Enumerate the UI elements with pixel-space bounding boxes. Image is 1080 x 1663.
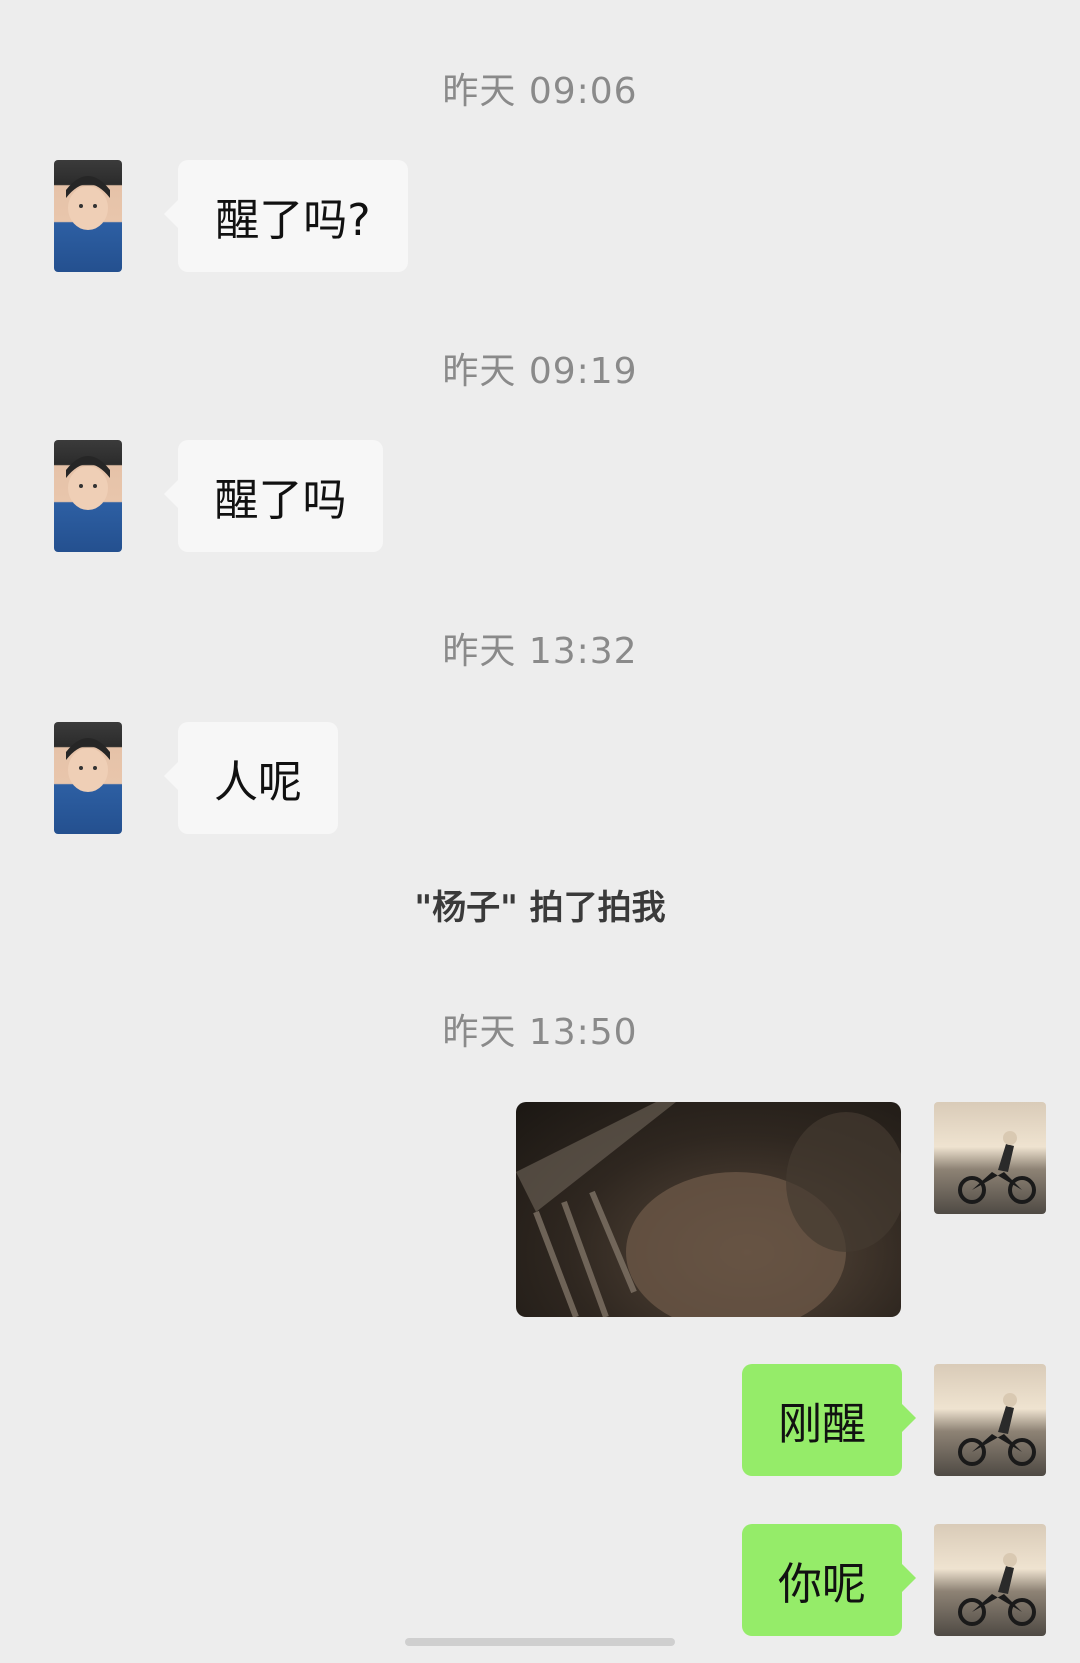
person-icon [66,176,110,230]
my-avatar[interactable] [934,1364,1046,1476]
motorcycle-rider-icon [958,1131,1036,1204]
timestamp: 昨天 13:50 [442,1012,638,1053]
timestamp: 昨天 09:06 [442,71,638,112]
incoming-message-bubble[interactable]: 醒了吗 [164,440,383,552]
friend-avatar[interactable] [54,722,122,834]
my-avatar[interactable] [934,1524,1046,1636]
outgoing-message-bubble[interactable]: 刚醒 [742,1364,916,1476]
my-avatar[interactable] [934,1102,1046,1214]
motorcycle-rider-icon [958,1393,1036,1466]
message-text: 人呢 [214,757,302,808]
timestamp: 昨天 09:19 [442,351,638,392]
photo-image [516,1102,901,1317]
message-text: 醒了吗 [214,475,347,526]
message-text: 刚醒 [778,1399,866,1450]
person-icon [66,738,110,792]
motorcycle-rider-icon [958,1553,1036,1626]
sent-photo[interactable] [516,1102,901,1317]
message-text: 醒了吗? [215,195,371,246]
friend-avatar[interactable] [54,160,122,272]
friend-avatar[interactable] [54,440,122,552]
message-text: 你呢 [778,1559,866,1610]
timestamp: 昨天 13:32 [442,631,638,672]
incoming-message-bubble[interactable]: 人呢 [164,722,338,834]
home-indicator[interactable] [405,1638,675,1646]
outgoing-message-bubble[interactable]: 你呢 [742,1524,916,1636]
pat-system-message: "杨子" 拍了拍我 [414,888,666,928]
person-icon [66,456,110,510]
incoming-message-bubble[interactable]: 醒了吗? [164,160,408,272]
